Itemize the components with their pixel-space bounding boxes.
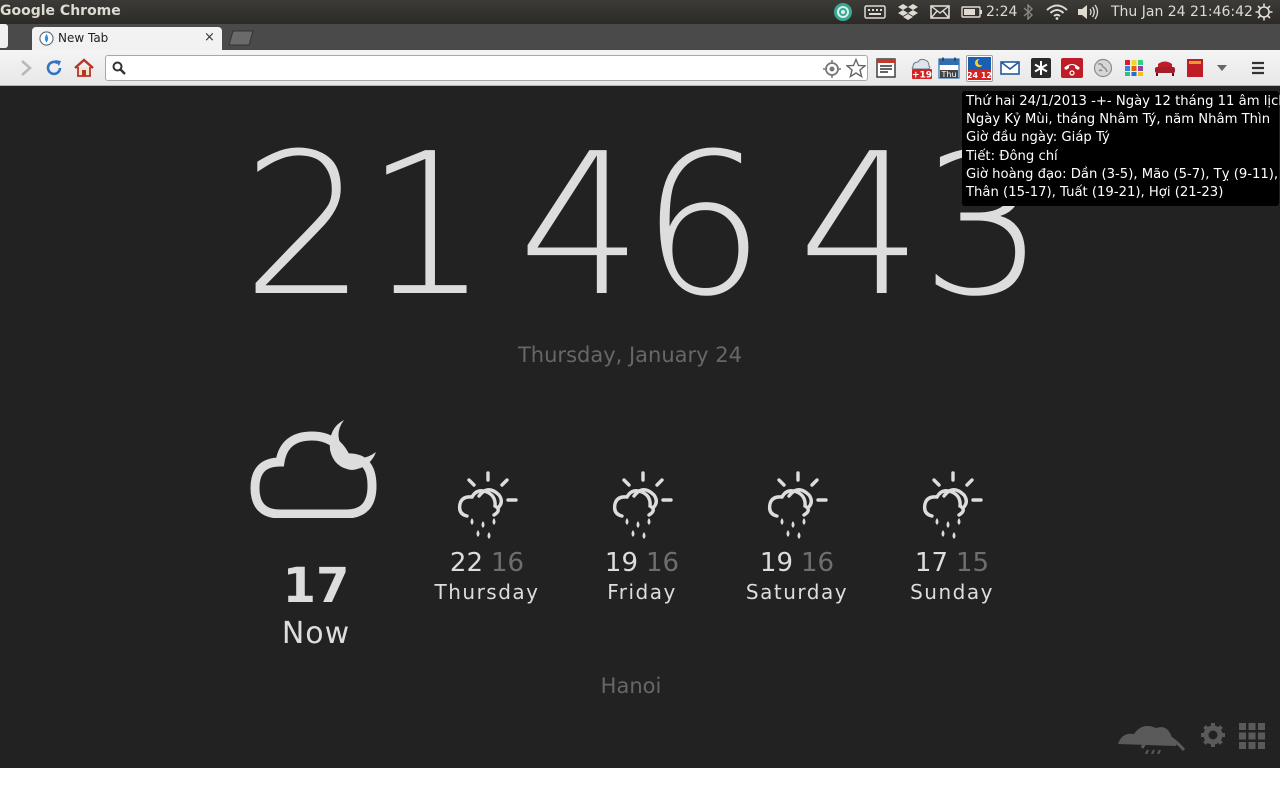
- forecast-day-label: Saturday: [745, 580, 849, 604]
- tab-close-icon[interactable]: ×: [204, 30, 215, 45]
- reader-extension-icon[interactable]: [875, 57, 897, 79]
- clock-minutes: 46: [518, 112, 765, 340]
- forecast-low: 16: [491, 548, 525, 578]
- tooltip-line: Tiết: Đông chí: [966, 148, 1058, 164]
- date-line: Thursday, January 24: [517, 343, 742, 367]
- city-name: Hanoi: [600, 674, 662, 698]
- tooltip-line: Thứ hai 24/1/2013 -+- Ngày 12 tháng 11 â…: [966, 94, 1280, 109]
- window-bottom-area: [0, 768, 1280, 800]
- dropbox-icon[interactable]: [896, 0, 920, 24]
- forecast-low: 16: [801, 548, 835, 578]
- home-button[interactable]: [72, 56, 96, 80]
- forecast-high: 17: [914, 548, 948, 578]
- tooltip-line: Ngày Kỷ Mùi, tháng Nhâm Tý, năm Nhâm Thì…: [966, 112, 1271, 128]
- battery-icon[interactable]: [960, 0, 984, 24]
- panel-clock[interactable]: Thu Jan 24 21:46:42: [1111, 4, 1253, 20]
- active-app-title: Google Chrome: [0, 3, 121, 19]
- reload-button[interactable]: [42, 56, 66, 80]
- tab-new-tab[interactable]: New Tab ×: [32, 27, 222, 50]
- tab-strip: New Tab ×: [0, 24, 1280, 50]
- book-extension-icon[interactable]: [1184, 57, 1206, 79]
- location-target-icon[interactable]: [822, 59, 842, 79]
- forecast-low: 16: [646, 548, 680, 578]
- forecast-day-label: Sunday: [910, 580, 994, 604]
- forecast-day-label: Friday: [607, 580, 677, 604]
- weather-extension-icon[interactable]: +19: [909, 57, 933, 79]
- forecast-day-label: Thursday: [434, 580, 540, 604]
- sun-cloud-rain-icon: [767, 471, 828, 539]
- os-top-panel: Google Chrome 2:24 Thu Jan 24 21:46:42: [0, 0, 1280, 24]
- globe-extension-icon[interactable]: [1092, 57, 1114, 79]
- bookmark-star-icon[interactable]: [846, 58, 866, 78]
- extensions-overflow-chevron-icon[interactable]: [1212, 57, 1232, 79]
- clock-hours: 21: [242, 112, 489, 340]
- calendar-badge-text: Thu: [940, 70, 956, 79]
- wifi-icon[interactable]: [1044, 0, 1070, 24]
- tab-title: New Tab: [58, 31, 109, 45]
- forward-button[interactable]: [14, 56, 38, 80]
- sun-cloud-rain-icon: [612, 471, 673, 539]
- current-temperature: 17: [282, 558, 350, 614]
- forecast-high: 19: [604, 548, 638, 578]
- lunar-calendar-tooltip: Thứ hai 24/1/2013 -+- Ngày 12 tháng 11 â…: [962, 91, 1280, 206]
- new-tab-button[interactable]: [228, 30, 254, 46]
- window-edge-control[interactable]: [0, 24, 8, 48]
- browser-toolbar: +19 Thu 24 12: [0, 50, 1280, 86]
- settings-gear-icon[interactable]: [1200, 722, 1226, 748]
- app-indicator-icon[interactable]: [832, 0, 854, 24]
- sun-cloud-rain-icon: [457, 471, 518, 539]
- current-label: Now: [281, 616, 351, 651]
- forecast-low: 15: [956, 548, 990, 578]
- tooltip-line: Giờ hoàng đạo: Dần (3-5), Mão (5-7), Tỵ …: [966, 166, 1279, 182]
- keyboard-icon[interactable]: [862, 0, 888, 24]
- sofa-extension-icon[interactable]: [1154, 57, 1176, 79]
- bluetooth-icon[interactable]: [1020, 0, 1036, 24]
- address-input[interactable]: [130, 58, 820, 78]
- snowflake-extension-icon[interactable]: [1030, 57, 1052, 79]
- power-icon[interactable]: [1253, 0, 1275, 24]
- lunar-calendar-extension-icon[interactable]: 24 12: [966, 55, 993, 82]
- search-icon: [112, 61, 126, 75]
- weather-badge-text: +19: [912, 71, 932, 80]
- apps-grid-icon[interactable]: [1239, 723, 1265, 749]
- tooltip-line: Thân (15-17), Tuất (19-21), Hợi (21-23): [966, 185, 1224, 201]
- forecast-high: 19: [759, 548, 793, 578]
- new-tab-favicon-icon: [39, 31, 54, 46]
- battery-time: 2:24: [986, 4, 1018, 20]
- mail-icon[interactable]: [928, 0, 952, 24]
- red-phone-extension-icon[interactable]: [1061, 57, 1083, 79]
- tooltip-line: Giờ đầu ngày: Giáp Tý: [966, 130, 1110, 146]
- color-grid-extension-icon[interactable]: [1123, 57, 1145, 79]
- volume-icon[interactable]: [1076, 0, 1100, 24]
- weather-source-logo-icon[interactable]: [1114, 714, 1186, 754]
- mail-extension-icon[interactable]: [999, 57, 1021, 79]
- sun-cloud-rain-icon: [922, 471, 983, 539]
- chrome-menu-button[interactable]: [1247, 57, 1269, 79]
- cloud-moon-icon: [250, 420, 377, 518]
- calendar-extension-icon[interactable]: Thu: [937, 57, 961, 79]
- lunar-badge-text: 24 12: [967, 71, 992, 80]
- forecast-high: 22: [449, 548, 483, 578]
- omnibox[interactable]: [105, 55, 868, 81]
